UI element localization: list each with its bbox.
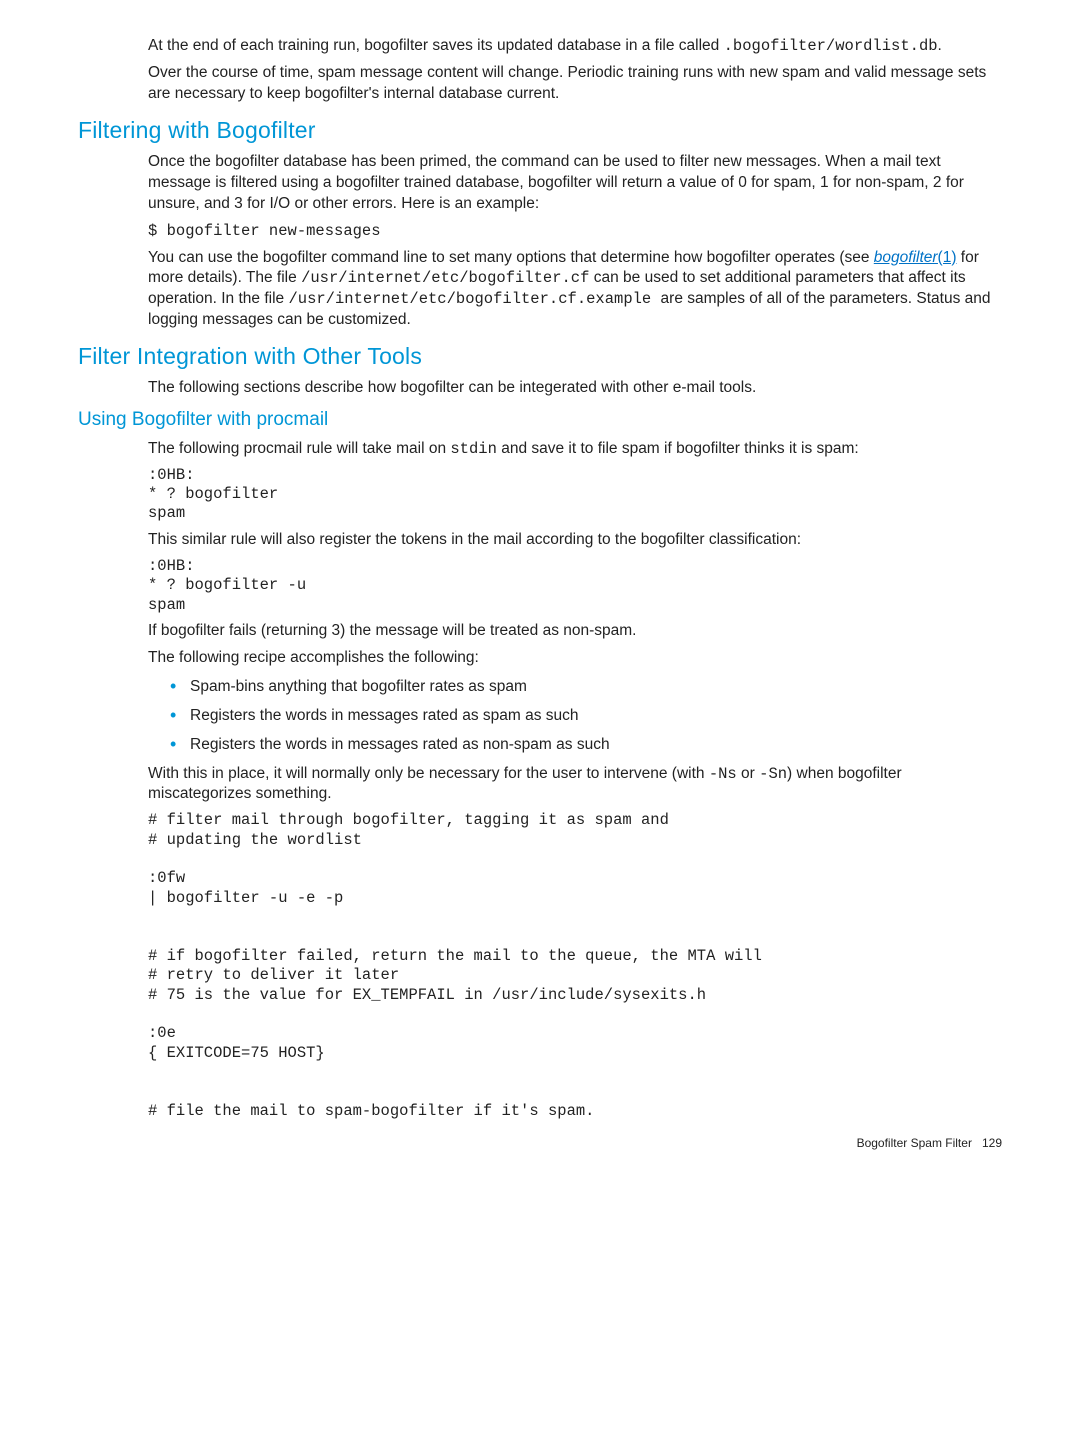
heading-procmail: Using Bogofilter with procmail: [78, 407, 1002, 433]
sec2-p1: The following sections describe how bogo…: [148, 378, 998, 399]
sec3-p2: This similar rule will also register the…: [148, 530, 998, 551]
sec1-p2-code1: /usr/internet/etc/bogofilter.cf: [301, 269, 589, 287]
sec1-p1: Once the bogofilter database has been pr…: [148, 152, 998, 215]
heading-integration: Filter Integration with Other Tools: [78, 341, 1002, 372]
sec1-p2: You can use the bogofilter command line …: [148, 248, 998, 332]
intro-p1-code: .bogofilter/wordlist.db: [724, 37, 938, 55]
heading-filtering: Filtering with Bogofilter: [78, 115, 1002, 146]
sec1-body: Once the bogofilter database has been pr…: [148, 152, 998, 331]
list-item: Registers the words in messages rated as…: [170, 735, 998, 756]
sec3-code3: # filter mail through bogofilter, taggin…: [148, 811, 998, 1121]
sec3-p5-code2: -Sn: [759, 765, 787, 783]
sec3-p5-code1: -Ns: [709, 765, 737, 783]
sec3-body: The following procmail rule will take ma…: [148, 439, 998, 1122]
link-manref: (1): [938, 249, 957, 266]
intro-block: At the end of each training run, bogofil…: [148, 36, 998, 105]
sec1-p2-code2: /usr/internet/etc/bogofilter.cf.example: [288, 290, 660, 308]
recipe-list: Spam-bins anything that bogofilter rates…: [148, 677, 998, 756]
sec3-code1: :0HB: * ? bogofilter spam: [148, 466, 998, 524]
intro-p1: At the end of each training run, bogofil…: [148, 36, 998, 57]
sec2-body: The following sections describe how bogo…: [148, 378, 998, 399]
bullet-1: Spam-bins anything that bogofilter rates…: [190, 678, 527, 695]
sec1-p2a: You can use the bogofilter command line …: [148, 249, 874, 266]
sec3-p5: With this in place, it will normally onl…: [148, 764, 998, 806]
sec3-code2: :0HB: * ? bogofilter -u spam: [148, 557, 998, 615]
sec3-p5a: With this in place, it will normally onl…: [148, 765, 709, 782]
sec1-cmd1: $ bogofilter new-messages: [148, 222, 381, 240]
bullet-3: Registers the words in messages rated as…: [190, 736, 610, 753]
sec3-p4: The following recipe accomplishes the fo…: [148, 648, 998, 669]
link-label: bogofilter: [874, 249, 938, 266]
intro-p2: Over the course of time, spam message co…: [148, 63, 998, 105]
sec3-p1b: and save it to file spam if bogofilter t…: [497, 440, 859, 457]
page-footer: Bogofilter Spam Filter 129: [78, 1135, 1002, 1151]
sec3-p1: The following procmail rule will take ma…: [148, 439, 998, 460]
bullet-2: Registers the words in messages rated as…: [190, 707, 579, 724]
intro-p1b: .: [938, 37, 942, 54]
sec3-p1a: The following procmail rule will take ma…: [148, 440, 450, 457]
sec3-p5b: or: [737, 765, 759, 782]
intro-p1a: At the end of each training run, bogofil…: [148, 37, 724, 54]
list-item: Registers the words in messages rated as…: [170, 706, 998, 727]
sec3-p1-code: stdin: [450, 440, 497, 458]
footer-label: Bogofilter Spam Filter: [857, 1136, 972, 1150]
sec3-p3: If bogofilter fails (returning 3) the me…: [148, 621, 998, 642]
list-item: Spam-bins anything that bogofilter rates…: [170, 677, 998, 698]
footer-page: 129: [982, 1136, 1002, 1150]
bogofilter-manpage-link[interactable]: bogofilter(1): [874, 249, 957, 266]
